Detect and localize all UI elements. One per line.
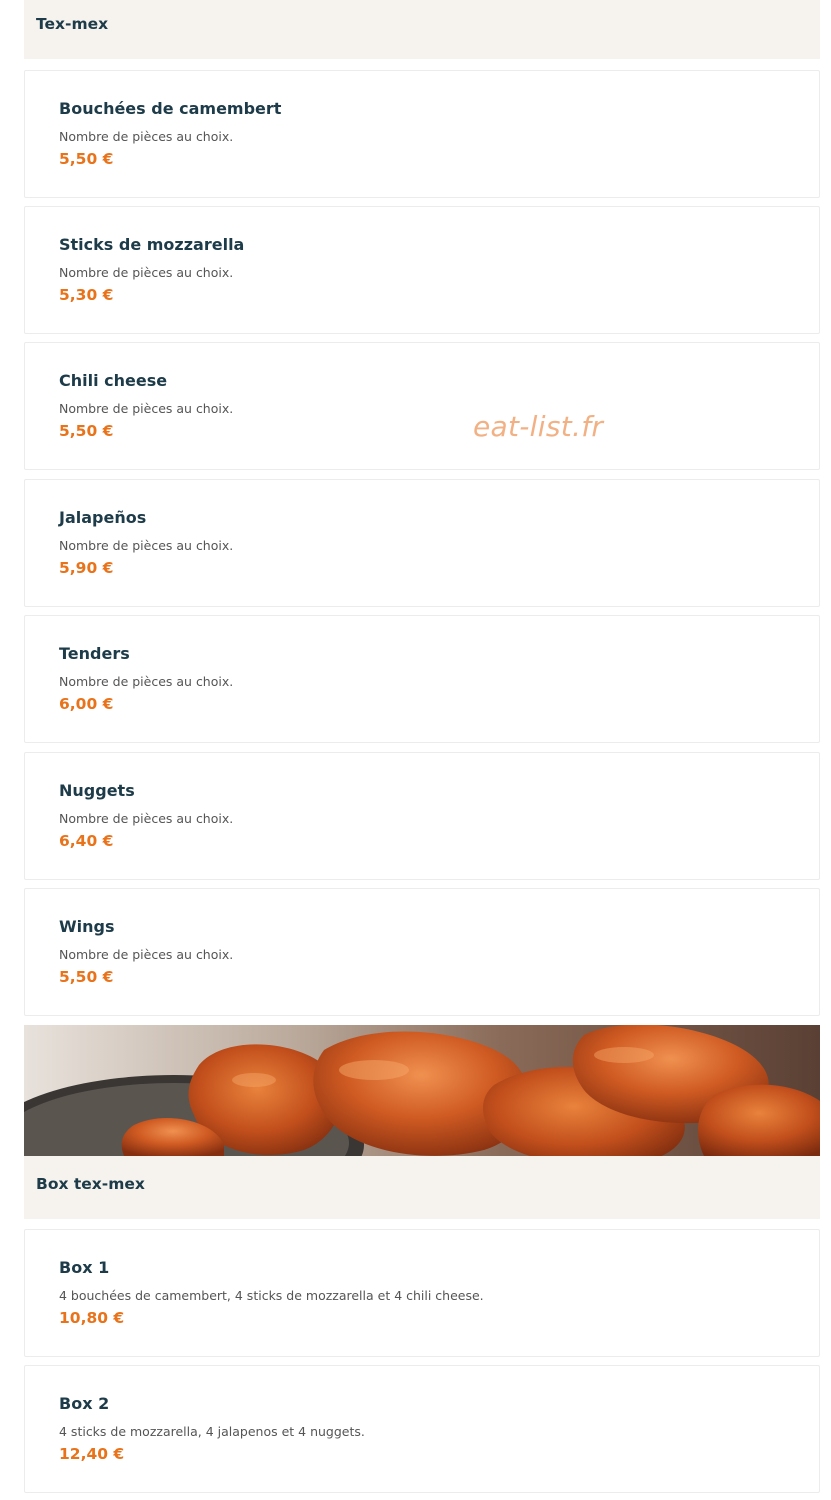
menu-item[interactable]: Box 2 4 sticks de mozzarella, 4 jalapeno… <box>24 1365 820 1493</box>
chicken-wings-photo <box>24 1025 820 1156</box>
menu-item-price: 5,30 € <box>59 286 114 304</box>
menu-item[interactable]: Nuggets Nombre de pièces au choix. 6,40 … <box>24 752 820 880</box>
menu-item-description: Nombre de pièces au choix. <box>59 674 234 689</box>
menu-item[interactable]: Jalapeños Nombre de pièces au choix. 5,9… <box>24 479 820 607</box>
section-title: Box tex-mex <box>36 1175 145 1193</box>
menu-item-price: 12,40 € <box>59 1445 125 1463</box>
menu-item-name: Wings <box>59 917 115 936</box>
menu-item-description: Nombre de pièces au choix. <box>59 538 234 553</box>
menu-item-name: Tenders <box>59 644 130 663</box>
menu-item-description: 4 sticks de mozzarella, 4 jalapenos et 4… <box>59 1424 365 1439</box>
menu-item-name: Bouchées de camembert <box>59 99 282 118</box>
menu-item-price: 5,50 € <box>59 150 114 168</box>
menu-item[interactable]: Sticks de mozzarella Nombre de pièces au… <box>24 206 820 334</box>
section-title: Tex-mex <box>36 15 109 33</box>
menu-item-price: 5,50 € <box>59 422 114 440</box>
watermark: eat-list.fr <box>473 410 604 443</box>
wings-banner-image <box>24 1025 820 1156</box>
menu-item-description: Nombre de pièces au choix. <box>59 265 234 280</box>
menu-item-name: Sticks de mozzarella <box>59 235 245 254</box>
menu-item-name: Nuggets <box>59 781 135 800</box>
menu-item-price: 6,40 € <box>59 832 114 850</box>
menu-item[interactable]: Tenders Nombre de pièces au choix. 6,00 … <box>24 615 820 743</box>
menu-item-price: 5,90 € <box>59 559 114 577</box>
menu-item[interactable]: Box 1 4 bouchées de camembert, 4 sticks … <box>24 1229 820 1357</box>
menu-item[interactable]: Chili cheese Nombre de pièces au choix. … <box>24 342 820 470</box>
menu-item-description: Nombre de pièces au choix. <box>59 129 234 144</box>
menu-item-price: 5,50 € <box>59 968 114 986</box>
menu-item-name: Jalapeños <box>59 508 147 527</box>
menu-item[interactable]: Wings Nombre de pièces au choix. 5,50 € <box>24 888 820 1016</box>
menu-item-price: 6,00 € <box>59 695 114 713</box>
menu-item-name: Box 1 <box>59 1258 110 1277</box>
menu-item-name: Chili cheese <box>59 371 168 390</box>
menu-item[interactable]: Bouchées de camembert Nombre de pièces a… <box>24 70 820 198</box>
menu-item-name: Box 2 <box>59 1394 110 1413</box>
menu-item-description: Nombre de pièces au choix. <box>59 811 234 826</box>
section-header-tex-mex: Tex-mex <box>24 0 820 59</box>
menu-item-price: 10,80 € <box>59 1309 125 1327</box>
section-header-box-tex-mex: Box tex-mex <box>24 1156 820 1219</box>
menu-item-description: Nombre de pièces au choix. <box>59 401 234 416</box>
menu-item-description: Nombre de pièces au choix. <box>59 947 234 962</box>
menu-item-description: 4 bouchées de camembert, 4 sticks de moz… <box>59 1288 484 1303</box>
